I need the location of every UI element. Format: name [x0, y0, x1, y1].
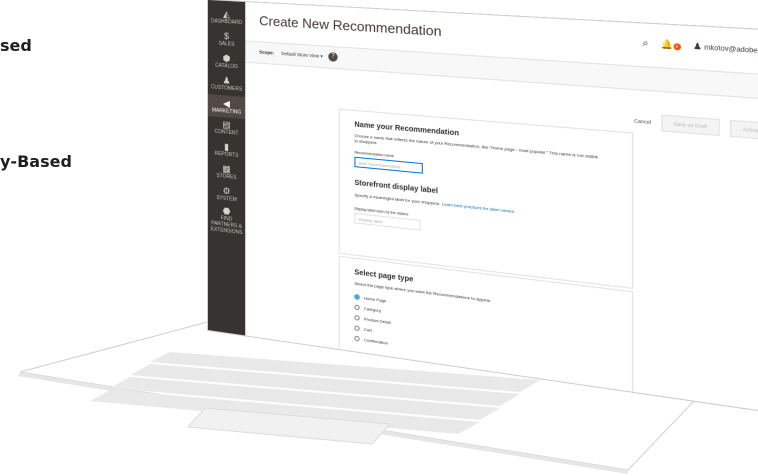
- nav-item-dashboard[interactable]: ◭ DASHBOARD: [208, 8, 245, 26]
- search-icon[interactable]: ⌕: [642, 37, 648, 50]
- nav-item-customers[interactable]: ♟ CUSTOMERS: [208, 74, 245, 93]
- radio-dot: [354, 314, 360, 321]
- radio-label: Category: [363, 305, 382, 314]
- nav-item-reports[interactable]: ▮ REPORTS: [208, 140, 245, 160]
- user-icon: ♟: [693, 40, 703, 52]
- page-actions: Cancel Save as Draft Activate: [634, 112, 758, 141]
- header-actions: ⌕ 🔔2 ♟ mkotov@adobe.c... ▾: [642, 37, 758, 57]
- radio-dot: [354, 335, 360, 342]
- nav-label: CUSTOMERS: [210, 84, 243, 93]
- notification-badge: 2: [673, 43, 681, 51]
- radio-category[interactable]: Category: [354, 304, 381, 313]
- display-label-input[interactable]: Display label: [354, 212, 421, 231]
- laptop-screen: ◭ DASHBOARD $ SALES ⬢ CATALOG ♟ CUSTOMER…: [208, 0, 758, 416]
- user-menu[interactable]: ♟ mkotov@adobe.c... ▾: [693, 41, 758, 56]
- label-best-practices-link[interactable]: Learn best practices for label names.: [442, 201, 516, 214]
- notifications-button[interactable]: 🔔 2: [661, 39, 681, 51]
- nav-label: SYSTEM: [216, 194, 237, 204]
- user-name: mkotov@adobe.c...: [704, 44, 758, 56]
- page-title: Create New Recommendation: [259, 12, 442, 40]
- nav-label: CATALOG: [215, 62, 238, 71]
- nav-label: STORES: [216, 172, 237, 181]
- page-type-description: Select the page type where you want the …: [354, 280, 492, 304]
- nav-item-catalog[interactable]: ⬢ CATALOG: [208, 52, 245, 71]
- radio-dot: [354, 325, 360, 332]
- nav-label: REPORTS: [214, 150, 239, 159]
- nav-label: FIND PARTNERS & EXTENSIONS: [210, 215, 243, 237]
- scope-label: Scope:: [259, 49, 275, 56]
- nav-label: SALES: [218, 40, 235, 48]
- nav-item-content[interactable]: ▤ CONTENT: [208, 118, 245, 137]
- scope-switcher[interactable]: Default Store View ▾: [281, 51, 323, 60]
- radio-label: Product Detail: [363, 316, 391, 326]
- nav-label: DASHBOARD: [211, 18, 243, 27]
- nav-item-extensions[interactable]: ⬣ FIND PARTNERS & EXTENSIONS: [208, 204, 245, 236]
- recommendation-name-input[interactable]: Best recommendation: [354, 156, 423, 174]
- nav-item-system[interactable]: ⚙ SYSTEM: [208, 184, 245, 204]
- radio-dot: [354, 294, 360, 300]
- help-icon[interactable]: ?: [328, 51, 338, 62]
- admin-sidebar: ◭ DASHBOARD $ SALES ⬢ CATALOG ♟ CUSTOMER…: [208, 0, 246, 336]
- nav-item-marketing[interactable]: ◀ MARKETING: [208, 94, 246, 120]
- nav-item-stores[interactable]: ▦ STORES: [208, 162, 245, 182]
- radio-label: Home Page: [363, 295, 387, 304]
- radio-dot: [354, 304, 360, 311]
- save-draft-button[interactable]: Save as Draft: [660, 114, 720, 137]
- radio-label: Confirmation: [363, 337, 388, 346]
- radio-label: Cart: [363, 326, 372, 333]
- cancel-button[interactable]: Cancel: [634, 118, 651, 125]
- radio-product-detail[interactable]: Product Detail: [354, 314, 391, 326]
- radio-confirmation[interactable]: Confirmation: [354, 335, 388, 346]
- nav-label: CONTENT: [214, 128, 239, 137]
- nav-item-sales[interactable]: $ SALES: [208, 30, 245, 48]
- activate-button[interactable]: Activate: [729, 119, 758, 141]
- radio-cart[interactable]: Cart: [354, 325, 372, 333]
- radio-home-page[interactable]: Home Page: [354, 294, 386, 303]
- nav-label: MARKETING: [212, 107, 242, 116]
